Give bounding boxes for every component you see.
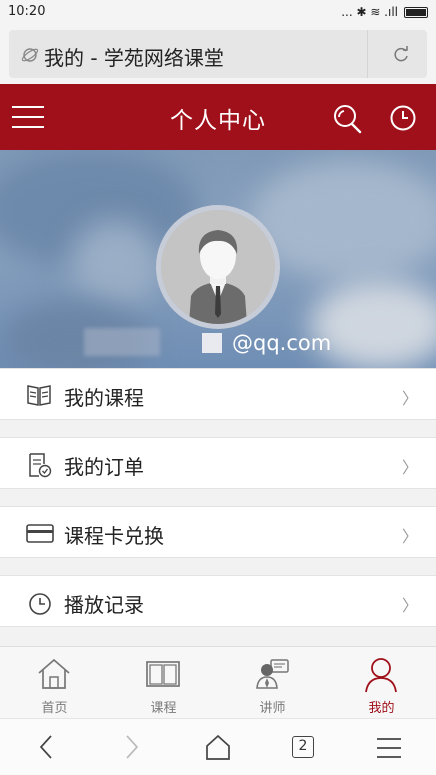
book-icon (27, 385, 51, 406)
signal-indicators: ... ✱ ≋ .ıll (341, 5, 398, 19)
browser-address-bar: 我的 - 学苑网络课堂 (0, 26, 436, 84)
banner-bg-shape (70, 220, 160, 310)
list-gap (0, 558, 436, 575)
tab-label: 讲师 (259, 701, 286, 716)
home-icon (38, 658, 70, 689)
bottom-tab-bar: 首页 课程 讲师 我的 (0, 646, 436, 718)
history-clock-icon[interactable] (389, 104, 417, 132)
menu-item-label: 播放记录 (64, 593, 144, 617)
menu-item-label: 课程卡兑换 (64, 524, 164, 548)
chevron-right-icon: 〉 (401, 596, 418, 615)
open-book-icon (146, 661, 180, 687)
search-icon[interactable] (332, 103, 364, 135)
chevron-right-icon: 〉 (401, 527, 418, 546)
chevron-right-icon: 〉 (401, 458, 418, 477)
browser-nav-bar: 2 (0, 718, 436, 775)
chevron-right-icon: 〉 (401, 389, 418, 408)
tab-mine[interactable]: 我的 (327, 647, 436, 719)
battery-icon (404, 6, 428, 18)
clock-icon (29, 593, 51, 615)
teacher-icon (256, 659, 289, 689)
menu-item-label: 我的课程 (64, 386, 144, 410)
tab-teachers[interactable]: 讲师 (218, 647, 327, 719)
menu-item-play-history[interactable]: 播放记录 〉 (0, 575, 436, 627)
default-avatar-icon (161, 210, 275, 324)
page-title-text: 我的 - 学苑网络课堂 (44, 46, 224, 70)
menu-item-course-card-redeem[interactable]: 课程卡兑换 〉 (0, 506, 436, 558)
reload-icon[interactable] (391, 45, 411, 65)
tab-label: 首页 (41, 701, 68, 716)
profile-banner: @qq.com (0, 150, 436, 368)
home-nav-icon[interactable] (204, 733, 232, 761)
status-time: 10:20 (8, 4, 46, 19)
email-text: @qq.com (232, 331, 332, 355)
globe-icon (21, 48, 39, 62)
avatar[interactable] (156, 205, 280, 329)
app-header: 个人中心 (0, 84, 436, 150)
email-redacted-block (202, 333, 222, 353)
card-icon (26, 524, 54, 543)
back-icon[interactable] (36, 733, 56, 761)
list-gap (0, 420, 436, 437)
url-field[interactable]: 我的 - 学苑网络课堂 (9, 30, 427, 78)
tab-label: 我的 (368, 701, 395, 716)
user-email: @qq.com (202, 331, 331, 355)
tab-courses[interactable]: 课程 (109, 647, 218, 719)
tabs-count-button[interactable]: 2 (292, 736, 314, 758)
url-divider (367, 30, 368, 78)
page-title: 个人中心 (170, 108, 266, 134)
person-icon (365, 658, 397, 693)
tab-home[interactable]: 首页 (0, 647, 109, 719)
menu-list: 我的课程 〉 我的订单 〉 课程卡兑换 〉 播放记录 〉 (0, 368, 436, 627)
status-icons: ... ✱ ≋ .ıll (341, 5, 428, 19)
list-gap (0, 489, 436, 506)
status-bar: 10:20 ... ✱ ≋ .ıll (0, 0, 436, 26)
tab-label: 课程 (150, 701, 177, 716)
menu-lines-icon[interactable] (376, 737, 402, 759)
nickname-blurred (84, 328, 160, 356)
forward-icon[interactable] (122, 733, 142, 761)
order-icon (29, 453, 52, 478)
menu-item-my-courses[interactable]: 我的课程 〉 (0, 368, 436, 420)
menu-item-label: 我的订单 (64, 455, 144, 479)
menu-item-my-orders[interactable]: 我的订单 〉 (0, 437, 436, 489)
